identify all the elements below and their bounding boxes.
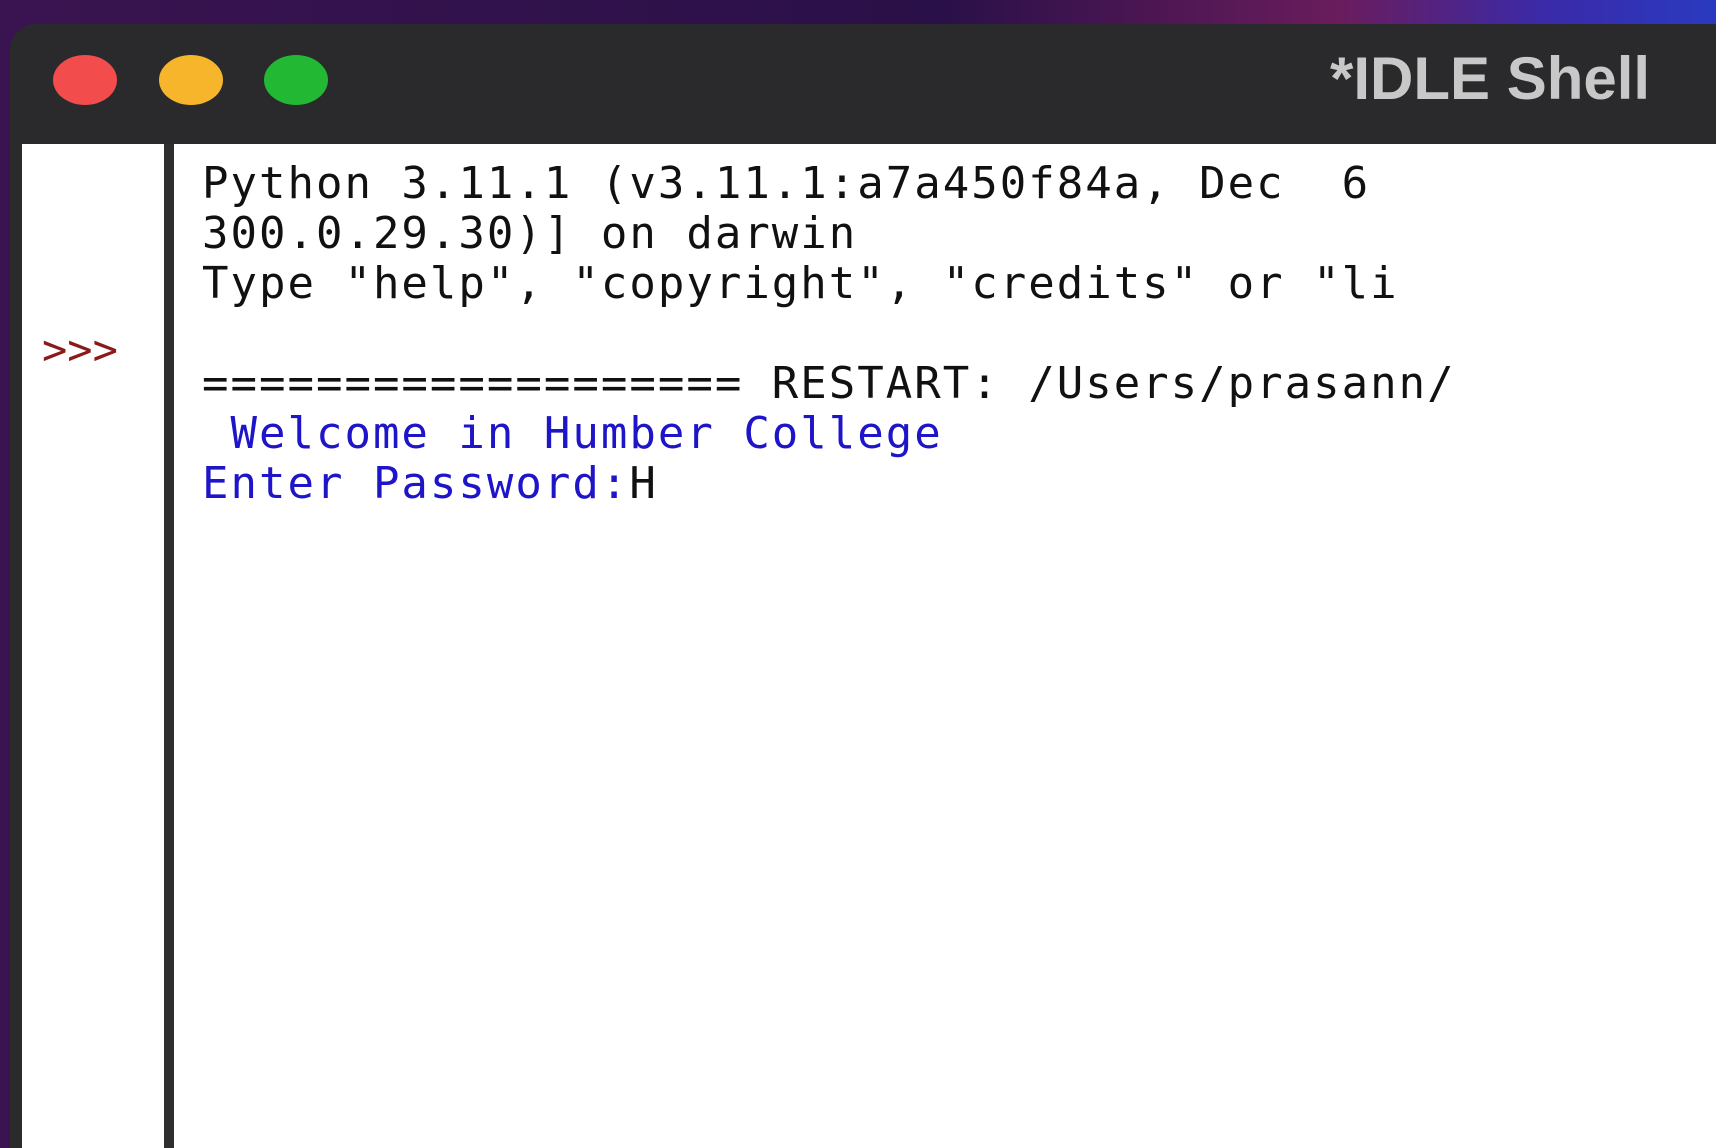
banner-line-2: 300.0.29.30)] on darwin	[202, 208, 858, 259]
zoom-window-button[interactable]	[264, 55, 328, 105]
shell-prompt: >>>	[42, 325, 118, 374]
banner-line-3: Type "help", "copyright", "credits" or "…	[202, 258, 1399, 309]
password-input-line[interactable]: Enter Password:H	[202, 456, 658, 511]
title-bar[interactable]: *IDLE Shell	[10, 24, 1716, 144]
password-input-value[interactable]: H	[629, 458, 658, 509]
password-prompt: Enter Password:	[202, 458, 630, 509]
window-title: *IDLE Shell	[1330, 45, 1651, 112]
welcome-output: Welcome in Humber College	[202, 408, 943, 459]
idle-shell-window: *IDLE Shell >>> Python 3.11.1 (v3.11.1:a…	[10, 24, 1716, 1148]
prompt-gutter: >>>	[22, 144, 174, 1148]
shell-text-area[interactable]: Python 3.11.1 (v3.11.1:a7a450f84a, Dec 6…	[174, 144, 1716, 1148]
banner-line-1: Python 3.11.1 (v3.11.1:a7a450f84a, Dec 6	[202, 158, 1371, 209]
minimize-window-button[interactable]	[159, 55, 223, 105]
close-window-button[interactable]	[53, 55, 117, 105]
restart-line: =================== RESTART: /Users/pras…	[202, 358, 1456, 409]
desktop-background: *IDLE Shell >>> Python 3.11.1 (v3.11.1:a…	[0, 0, 1716, 1148]
